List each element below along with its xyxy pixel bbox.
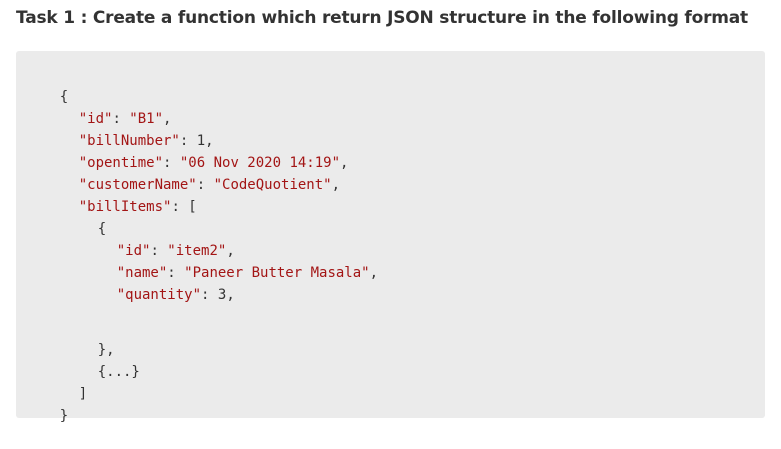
code-line-item-name: "name": "Paneer Butter Masala", [83,240,378,281]
json-key-item-quantity: "quantity" [116,287,202,303]
ellipsis-item: {...} [97,364,140,380]
task-heading: Task 1 : Create a function which return … [16,8,748,28]
code-line-item-open: { [64,196,106,237]
code-line-id: "id": "B1", [45,86,172,127]
array-close-bracket: ] [78,386,88,402]
code-line-customername: "customerName": "CodeQuotient", [45,152,340,193]
code-line-open-brace: { [26,64,68,105]
comma: , [226,287,235,303]
colon: : [196,177,214,193]
code-line-item-quantity: "quantity": 3, [83,262,235,303]
code-line-ellipsis-item: {...} [64,339,140,380]
code-line-close-brace: } [26,383,68,424]
close-brace: } [59,408,69,424]
comma: , [331,177,341,193]
array-open-bracket: [ [188,199,197,215]
code-line-array-close: ] [45,361,87,402]
colon: : [201,287,218,303]
comma: , [369,265,379,281]
json-value-customername: "CodeQuotient" [213,177,332,193]
colon: : [171,199,189,215]
json-code-block: { "id": "B1", "billNumber": 1, "opentime… [16,51,765,424]
comma: , [340,155,349,171]
code-line-billitems: "billItems": [ [45,174,197,215]
code-line-item-close: }, [64,317,115,358]
code-line-item-id: "id": "item2", [83,218,235,259]
code-line-opentime: "opentime": "06 Nov 2020 14:19", [45,130,349,171]
code-line-billnumber: "billNumber": 1, [45,108,214,149]
